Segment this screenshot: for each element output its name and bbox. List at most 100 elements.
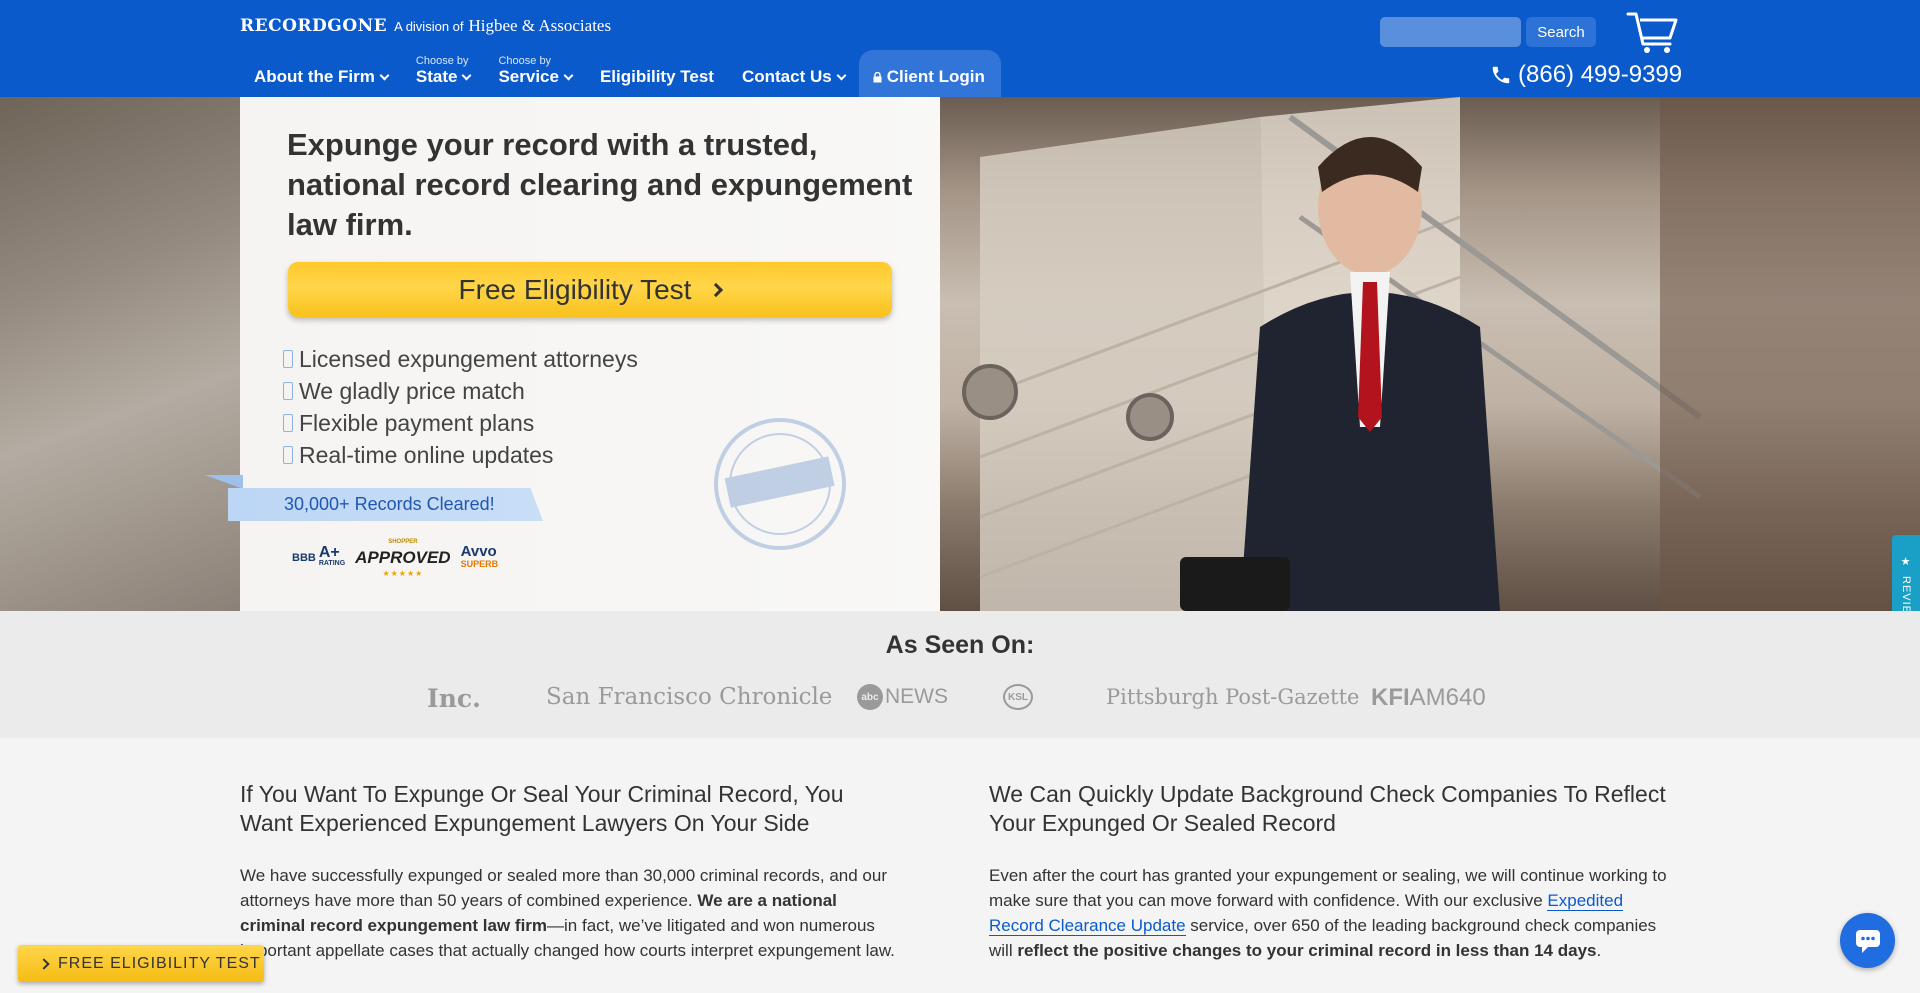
approved-label: APPROVED (355, 548, 451, 567)
bbb-rating: A+ (318, 544, 340, 561)
cart-icon[interactable] (1626, 10, 1678, 54)
chevron-right-icon (38, 957, 50, 970)
avvo-rating: SUPERB (460, 559, 499, 569)
headline-text-3: law firm. (287, 207, 413, 242)
bbb-rating-label: RATING (318, 560, 346, 567)
nav-service[interactable]: Choose by Service (484, 50, 586, 97)
floating-cta-label: FREE ELIGIBILITY TEST (58, 954, 261, 972)
floating-eligibility-button[interactable]: FREE ELIGIBILITY TEST (18, 945, 264, 982)
headline-bold-3: expungement (710, 167, 913, 202)
logo[interactable]: RECORDGONE A division of Higbee & Associ… (240, 16, 611, 36)
abc-circle: abc (857, 684, 883, 710)
ksl-circle: KSL (1003, 684, 1033, 710)
inc-logo: Inc. (427, 684, 481, 713)
trust-badges: BBB A+ RATING SHOPPER APPROVED ★★★★★ Avv… (292, 534, 498, 582)
headline-text-2: and (638, 167, 711, 202)
search-input[interactable] (1380, 17, 1521, 47)
nav-client-login[interactable]: Client Login (858, 50, 1001, 97)
logo-firm-name: Higbee & Associates (468, 16, 612, 35)
right-paragraph: Even after the court has granted your ex… (989, 863, 1679, 963)
nav-about-label: About the Firm (254, 67, 375, 86)
hero-section: Expunge your record with a trusted, nati… (0, 97, 1920, 611)
abc-news-text: NEWS (885, 685, 948, 708)
chevron-down-icon (563, 70, 574, 80)
logo-wordmark: RECORDGONE (240, 16, 388, 36)
chevron-down-icon (836, 70, 847, 80)
headline-bold-2: record clearing (414, 167, 639, 202)
logo-division-text: A division of (394, 19, 464, 34)
content-section: If You Want To Expunge Or Seal Your Crim… (0, 738, 1920, 993)
kfi-am-text: AM640 (1409, 684, 1486, 711)
nav-service-label: Service (498, 67, 559, 86)
kfi-logo: KFIAM640 (1371, 684, 1486, 712)
left-heading: If You Want To Expunge Or Seal Your Crim… (240, 781, 844, 836)
search-button[interactable]: Search (1526, 17, 1596, 47)
reviews-tab-label: REVIEWS (1900, 576, 1912, 611)
phone-link[interactable]: (866) 499-9399 (1490, 61, 1682, 89)
feature-text: Flexible payment plans (299, 409, 535, 436)
nav-eligibility[interactable]: Eligibility Test (586, 50, 728, 97)
shopper-approved-badge[interactable]: SHOPPER APPROVED ★★★★★ (355, 534, 450, 582)
phone-number: (866) 499-9399 (1518, 61, 1683, 88)
phone-icon (1492, 66, 1510, 84)
feature-list: Licensed expungement attorneys We gladly… (283, 343, 638, 471)
feature-item: We gladly price match (283, 375, 638, 407)
eligibility-test-button[interactable]: Free Eligibility Test (288, 262, 892, 317)
right-heading: We Can Quickly Update Background Check C… (989, 781, 1666, 836)
post-gazette-logo: Pittsburgh Post-Gazette (1106, 685, 1360, 709)
chevron-down-icon (379, 70, 390, 80)
sf-chronicle-logo: San Francisco Chronicle (546, 684, 833, 710)
check-icon (283, 350, 293, 368)
nav-login-label: Client Login (886, 67, 985, 86)
content-column-left: If You Want To Expunge Or Seal Your Crim… (240, 780, 900, 963)
feature-item: Real-time online updates (283, 439, 638, 471)
records-cleared-ribbon: 30,000+ Records Cleared! (228, 488, 543, 521)
check-icon (283, 414, 293, 432)
feature-item: Licensed expungement attorneys (283, 343, 638, 375)
nav-state-small: Choose by (415, 55, 469, 67)
as-seen-on-section: As Seen On: Inc. San Francisco Chronicle… (0, 611, 1920, 738)
nav-state-label: State (415, 67, 458, 86)
hero-background-left (0, 97, 240, 611)
check-icon (283, 446, 293, 464)
feature-text: Real-time online updates (299, 441, 554, 468)
main-nav: About the Firm Choose by State Choose by… (240, 50, 1001, 97)
bbb-badge[interactable]: BBB A+ RATING (292, 544, 346, 569)
feature-text: Licensed expungement attorneys (299, 345, 638, 372)
recordgone-seal-icon (714, 418, 846, 550)
lock-icon (873, 71, 882, 82)
nav-state[interactable]: Choose by State (402, 50, 485, 97)
chevron-down-icon (462, 70, 472, 80)
nav-contact[interactable]: Contact Us (728, 50, 859, 97)
nav-eligibility-label: Eligibility Test (599, 67, 714, 86)
feature-item: Flexible payment plans (283, 407, 638, 439)
as-seen-on-title: As Seen On: (885, 631, 1035, 659)
feature-text: We gladly price match (299, 377, 525, 404)
avvo-badge[interactable]: Avvo SUPERB (460, 543, 499, 571)
nav-service-small: Choose by (498, 55, 552, 67)
hero-photo-illustration (962, 97, 1920, 611)
media-logos: Inc. San Francisco Chronicle abc NEWS KS… (0, 684, 1920, 724)
site-header: RECORDGONE A division of Higbee & Associ… (0, 0, 1920, 97)
kfi-text: KFI (1371, 684, 1410, 711)
nav-contact-label: Contact Us (741, 67, 832, 86)
check-icon (283, 382, 293, 400)
abc-news-logo: abc NEWS (857, 684, 948, 710)
nav-about[interactable]: About the Firm (240, 50, 402, 97)
hero-headline: Expunge your record with a trusted, nati… (287, 125, 927, 245)
chat-button[interactable] (1840, 913, 1895, 968)
chat-icon (1855, 929, 1880, 953)
bbb-label: BBB (292, 551, 316, 564)
star-icon: ★ (1900, 556, 1912, 568)
star-rating-icon: ★★★★★ (382, 569, 424, 578)
ksl-logo: KSL (1003, 684, 1033, 710)
chevron-right-icon (709, 282, 724, 297)
right-text-3: . (1596, 941, 1602, 960)
headline-bold-1: Expunge your record (287, 127, 599, 162)
left-paragraph: We have successfully expunged or sealed … (240, 863, 900, 963)
avvo-label: Avvo (460, 543, 497, 560)
reviews-tab[interactable]: ★ REVIEWS (1892, 535, 1920, 611)
cta-label: Free Eligibility Test (458, 273, 692, 305)
content-column-right: We Can Quickly Update Background Check C… (989, 780, 1679, 963)
right-text-bold: reflect the positive changes to your cri… (1017, 941, 1597, 960)
